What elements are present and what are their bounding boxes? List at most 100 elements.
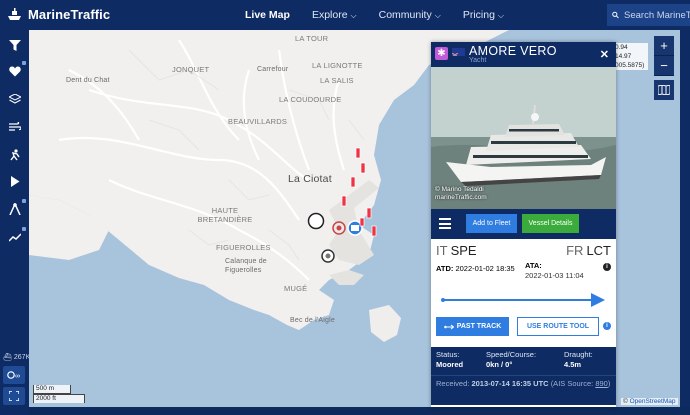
route-tool-button[interactable]: USE ROUTE TOOL (517, 317, 599, 336)
track-button[interactable]: ∞ (3, 366, 25, 384)
favorites-button[interactable] (0, 60, 29, 82)
density-icon (9, 149, 20, 161)
vessel-name: AMORE VERO (469, 44, 557, 58)
vessel-card-header: ✱ AMORE VERO Yacht ✕ (431, 42, 616, 67)
scale-bar: 500 m 2000 ft (33, 385, 85, 403)
zoom-in-button[interactable]: + (654, 36, 674, 56)
filter-icon (8, 39, 21, 51)
coord-line: 0.94 (615, 44, 628, 51)
vessel-count: ⛴ 267K (3, 353, 30, 362)
arrival-country: FR (566, 243, 584, 258)
ais-source-link[interactable]: 890 (595, 379, 608, 388)
heart-icon (8, 66, 21, 76)
osm-link[interactable]: OpenStreetMap (630, 398, 676, 405)
nav-live-map[interactable]: Live Map (245, 9, 290, 21)
status-label: Status: (436, 350, 460, 359)
route-button[interactable] (0, 198, 29, 220)
right-edge (680, 30, 690, 407)
density-button[interactable] (0, 144, 29, 166)
play-icon (10, 175, 19, 187)
map-label: Bec de l'Aigle (290, 317, 335, 324)
top-bar: MarineTraffic Live Map Explore ⌵ Communit… (0, 0, 690, 30)
lock-icon (22, 199, 26, 203)
nav-label: Pricing (462, 9, 495, 21)
map-label: Carrefour (257, 66, 289, 73)
ata-label: ATA: (525, 261, 542, 270)
expand-icon (9, 391, 19, 401)
search-icon[interactable] (612, 10, 619, 20)
progress-arrow (441, 293, 605, 307)
play-button[interactable] (0, 170, 29, 192)
flag-icon (452, 48, 465, 56)
logo-ship-icon (8, 8, 21, 20)
main-nav: Live Map Explore ⌵ Community ⌵ Pricing ⌵ (245, 9, 526, 21)
attribution-prefix: © (623, 398, 630, 405)
zoom-control: + − (654, 36, 674, 76)
arrival-port[interactable]: FR LCT (566, 243, 611, 258)
nav-pricing[interactable]: Pricing ⌵ (463, 9, 504, 21)
map-label: Dent du Chat (66, 77, 110, 84)
voyage-times: ATD: 2022-01-02 18:35 ATA: 2022-01-03 11… (431, 261, 616, 285)
map-label: LA LIGNOTTE (312, 61, 363, 70)
map-label: LA SALIS (320, 76, 354, 85)
vessel-photo[interactable]: © Marino Tedaldi marineTraffic.com (431, 67, 616, 209)
map-label: MUGÉ (284, 284, 308, 293)
route-ports: IT SPE FR LCT (431, 239, 616, 261)
scale-metric: 500 m (33, 385, 71, 394)
received-label: Received: (436, 379, 470, 388)
search-box (607, 4, 690, 26)
vessel-type: Yacht (469, 57, 487, 64)
layers-button[interactable] (0, 88, 29, 110)
brand-name: MarineTraffic (28, 7, 111, 22)
weather-icon (8, 122, 21, 131)
coordinates-readout: 0.94 14.97 005.5875) (613, 43, 648, 70)
atd-label: ATD: (436, 264, 454, 273)
nav-community[interactable]: Community ⌵ (379, 9, 441, 21)
weather-button[interactable] (0, 116, 29, 138)
add-to-fleet-button[interactable]: Add to Fleet (466, 214, 517, 233)
speed-value: 0kn / 0° (486, 360, 513, 369)
ata-value: 2022-01-03 11:04 (525, 271, 584, 280)
svg-text:∞: ∞ (15, 373, 20, 380)
status-stat: Status: Moored (436, 350, 463, 369)
map-attribution: © OpenStreetMap (621, 398, 678, 405)
info-icon[interactable]: i (603, 263, 611, 271)
track-icon (443, 324, 454, 329)
map-label: HAUTE BRETANDIÈRE (197, 206, 253, 224)
photo-credit-line: © Marino Tedaldi (435, 186, 484, 193)
info-icon[interactable]: i (603, 322, 611, 330)
filter-button[interactable] (0, 34, 29, 56)
source-prefix: (AIS Source: (550, 379, 594, 388)
past-track-button[interactable]: PAST TRACK (436, 317, 509, 336)
map-view-button[interactable] (654, 80, 674, 100)
received-info: Received: 2013-07-14 16:35 UTC (AIS Sour… (431, 375, 616, 405)
logo[interactable]: MarineTraffic (6, 7, 110, 22)
analytics-icon (8, 232, 21, 242)
photo-credit-line: marineTraffic.com (435, 194, 487, 201)
departure-port[interactable]: IT SPE (436, 243, 477, 258)
map-label: LA TOUR (295, 34, 329, 43)
menu-icon[interactable] (439, 218, 451, 229)
lock-icon (22, 61, 26, 65)
coord-line: 14.97 (615, 53, 632, 60)
search-input[interactable] (624, 9, 690, 21)
layers-icon (8, 93, 21, 104)
map-label: La Ciotat (288, 173, 332, 185)
ship-icon: ⛴ (3, 354, 12, 361)
status-value: Moored (436, 360, 464, 369)
action-buttons: PAST TRACK USE ROUTE TOOL i (431, 315, 616, 347)
nav-explore[interactable]: Explore ⌵ (312, 9, 357, 21)
atd: ATD: 2022-01-02 18:35 (436, 264, 515, 273)
analytics-button[interactable] (0, 226, 29, 248)
nav-label: Live Map (245, 9, 290, 21)
map-label: BEAUVILLARDS (228, 117, 288, 126)
coord-line: 005.5875) (615, 62, 645, 69)
voyage-progress (431, 285, 616, 315)
fullscreen-button[interactable] (3, 387, 25, 405)
departure-country: IT (436, 243, 448, 258)
vessel-details-button[interactable]: Vessel Details (522, 214, 579, 233)
close-icon[interactable]: ✕ (600, 48, 609, 61)
photo-credit: © Marino Tedaldi marineTraffic.com (435, 186, 487, 202)
zoom-out-button[interactable]: − (654, 56, 674, 76)
left-sidebar: ⛴ 267K ∞ (0, 30, 30, 415)
